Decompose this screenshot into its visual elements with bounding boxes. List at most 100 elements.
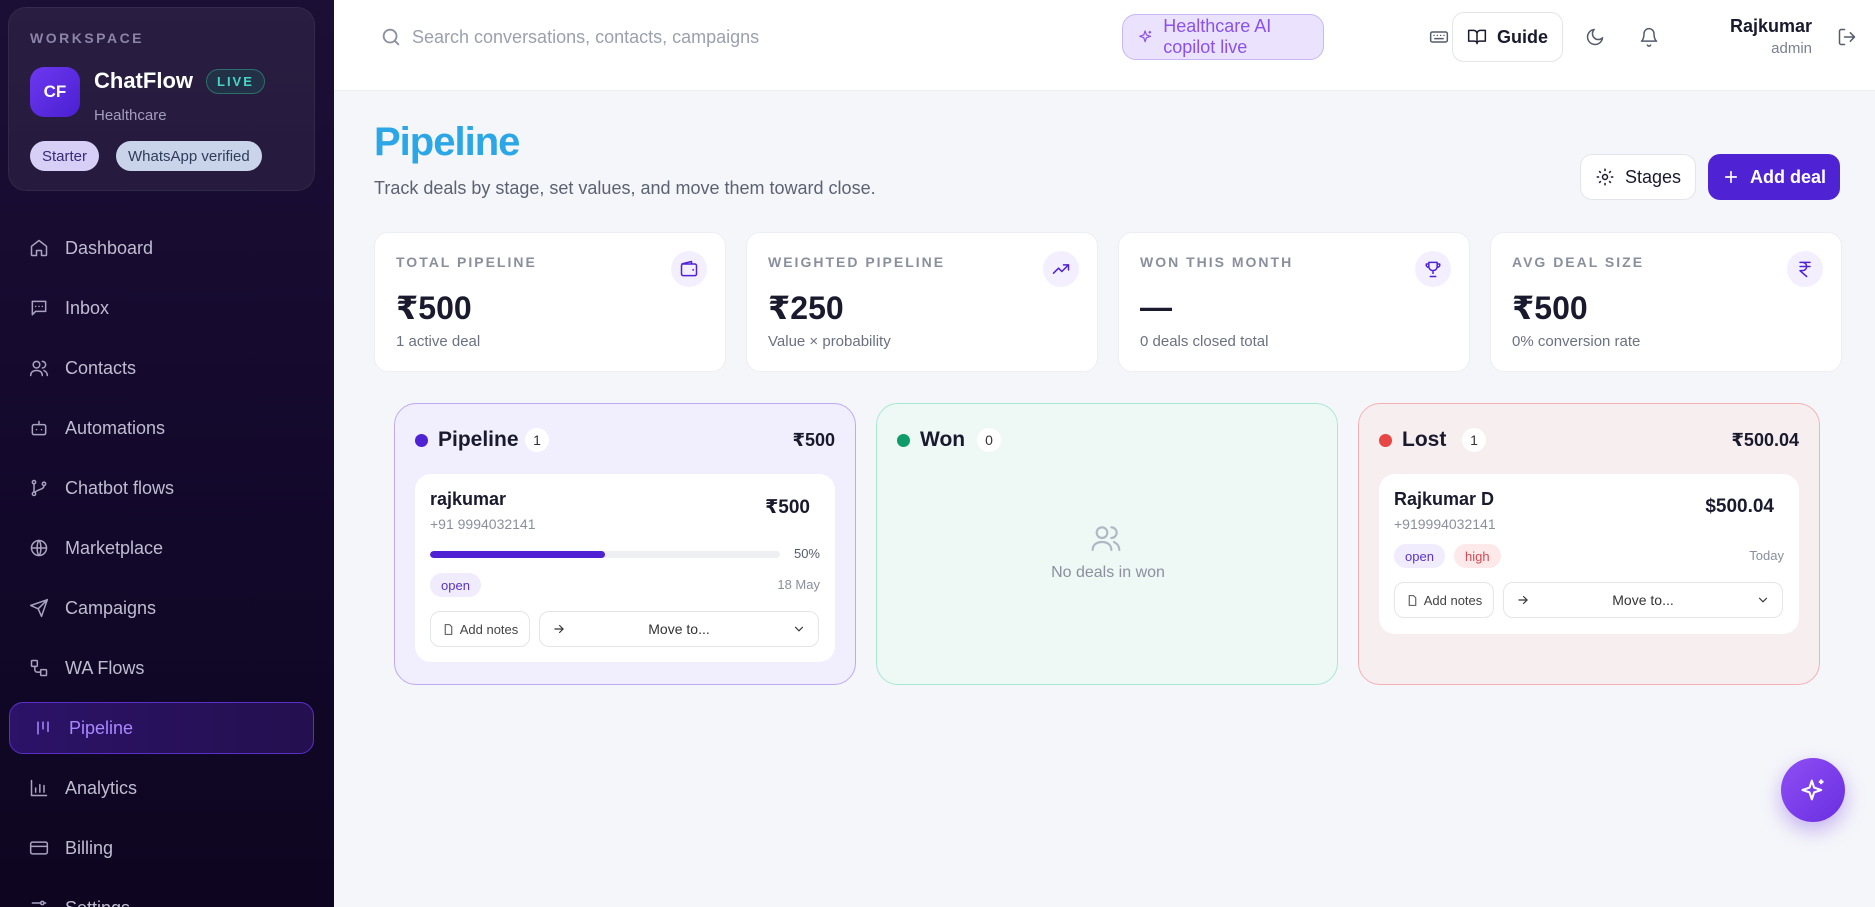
sidebar-item-settings[interactable]: Settings xyxy=(0,882,334,907)
ai-assistant-button[interactable] xyxy=(1781,758,1845,822)
column-count-badge: 1 xyxy=(525,428,549,452)
sidebar-item-pipeline[interactable]: Pipeline xyxy=(9,702,314,754)
move-to-label: Move to... xyxy=(1612,592,1674,608)
probability-bar xyxy=(430,551,780,558)
file-icon xyxy=(1408,594,1417,606)
message-icon xyxy=(31,300,47,316)
add-notes-button[interactable]: Add notes xyxy=(1394,582,1494,618)
deal-card[interactable]: Rajkumar D +919994032141 $500.04 open hi… xyxy=(1379,474,1799,634)
notifications-button[interactable] xyxy=(1632,20,1666,54)
empty-state-text: No deals in won xyxy=(1051,564,1165,581)
sidebar-item-contacts[interactable]: Contacts xyxy=(0,342,334,394)
column-pipeline: Pipeline 1 ₹500 rajkumar +91 9994032141 … xyxy=(394,403,856,685)
sidebar-item-campaigns[interactable]: Campaigns xyxy=(0,582,334,634)
sidebar-item-label: WA Flows xyxy=(65,657,145,678)
workflow-icon xyxy=(30,659,48,677)
move-to-select[interactable]: Move to... xyxy=(539,611,819,647)
file-icon xyxy=(444,623,453,635)
sidebar: WORKSPACE CF ChatFlow LIVE Healthcare St… xyxy=(0,0,334,907)
moon-icon xyxy=(1586,28,1604,46)
sidebar-item-chatbot-flows[interactable]: Chatbot flows xyxy=(0,462,334,514)
stat-label: WEIGHTED PIPELINE xyxy=(768,254,946,270)
deal-date: Today xyxy=(1749,548,1784,563)
sidebar-item-label: Campaigns xyxy=(65,597,157,618)
keyboard-icon xyxy=(1429,31,1449,43)
sidebar-item-label: Automations xyxy=(65,417,166,438)
keyboard-shortcuts-button[interactable] xyxy=(1422,20,1456,54)
column-count-badge: 1 xyxy=(1462,428,1486,452)
log-out-icon xyxy=(1838,28,1856,46)
add-notes-button[interactable]: Add notes xyxy=(430,611,530,647)
sidebar-item-billing[interactable]: Billing xyxy=(0,822,334,874)
sidebar-item-inbox[interactable]: Inbox xyxy=(0,282,334,334)
trending-up-icon xyxy=(1043,251,1079,287)
guide-button[interactable]: Guide xyxy=(1452,12,1563,62)
theme-toggle-button[interactable] xyxy=(1578,20,1612,54)
arrow-right-icon xyxy=(1518,595,1528,605)
sidebar-item-marketplace[interactable]: Marketplace xyxy=(0,522,334,574)
home-icon xyxy=(30,239,48,257)
sidebar-item-label: Pipeline xyxy=(69,717,134,738)
stat-label: TOTAL PIPELINE xyxy=(396,254,537,270)
sidebar-item-label: Dashboard xyxy=(65,237,154,258)
deal-name: rajkumar xyxy=(430,489,507,509)
stat-card-won-this-month: WON THIS MONTH — 0 deals closed total xyxy=(1118,232,1470,372)
column-title: Won xyxy=(920,428,966,451)
probability-label: 50% xyxy=(793,546,820,561)
search-input[interactable] xyxy=(412,22,912,52)
add-notes-label: Add notes xyxy=(1423,592,1483,608)
topbar: Healthcare AI copilot live Guide Rajkuma… xyxy=(334,0,1875,91)
sparkles-icon xyxy=(1139,30,1152,43)
credit-card-icon xyxy=(29,841,49,855)
column-total: ₹500 xyxy=(792,430,835,450)
move-to-label: Move to... xyxy=(648,621,710,637)
sidebar-item-automations[interactable]: Automations xyxy=(0,402,334,454)
add-deal-button[interactable]: Add deal xyxy=(1708,154,1840,200)
stat-subtext: Value × probability xyxy=(768,333,891,350)
deal-card[interactable]: rajkumar +91 9994032141 ₹500 50% open 18… xyxy=(415,474,835,662)
deal-amount: ₹500 xyxy=(765,497,810,518)
probability-bar-fill xyxy=(430,551,605,558)
workspace-name: ChatFlow xyxy=(94,68,193,93)
stages-button[interactable]: Stages xyxy=(1580,154,1696,200)
stat-card-total-pipeline: TOTAL PIPELINE ₹500 1 active deal xyxy=(374,232,726,372)
workspace-card[interactable]: WORKSPACE CF ChatFlow LIVE Healthcare St… xyxy=(8,7,315,191)
bot-icon xyxy=(31,420,47,436)
arrow-right-icon xyxy=(554,624,564,634)
deal-date: 18 May xyxy=(777,577,820,592)
users-icon xyxy=(1091,526,1121,552)
column-total: ₹500.04 xyxy=(1731,430,1799,450)
add-notes-label: Add notes xyxy=(459,621,519,637)
guide-label: Guide xyxy=(1496,26,1548,47)
chevron-down-icon xyxy=(794,626,804,632)
stat-value: — xyxy=(1140,289,1172,325)
copilot-label: Healthcare AI copilot live xyxy=(1163,16,1272,57)
deal-phone: +919994032141 xyxy=(1394,516,1496,532)
gear-icon xyxy=(1596,168,1614,186)
stat-value: ₹500 xyxy=(1512,290,1588,326)
sidebar-item-label: Analytics xyxy=(65,777,138,798)
stat-card-weighted-pipeline: WEIGHTED PIPELINE ₹250 Value × probabili… xyxy=(746,232,1098,372)
logout-button[interactable] xyxy=(1830,20,1864,54)
column-color-dot xyxy=(897,434,910,447)
live-badge: LIVE xyxy=(206,69,265,94)
sidebar-item-label: Marketplace xyxy=(65,537,164,558)
workspace-label: WORKSPACE xyxy=(30,30,145,46)
add-deal-label: Add deal xyxy=(1749,166,1826,187)
sidebar-item-wa-flows[interactable]: WA Flows xyxy=(0,642,334,694)
deal-phone: +91 9994032141 xyxy=(430,516,536,532)
settings-icon xyxy=(31,900,47,906)
sidebar-item-analytics[interactable]: Analytics xyxy=(0,762,334,814)
column-count-badge: 0 xyxy=(977,428,1001,452)
sidebar-item-dashboard[interactable]: Dashboard xyxy=(0,222,334,274)
bell-icon xyxy=(1640,27,1658,47)
copilot-status-pill[interactable]: Healthcare AI copilot live xyxy=(1122,14,1324,60)
send-icon xyxy=(29,598,49,618)
user-name[interactable]: Rajkumar xyxy=(1698,16,1812,37)
column-title: Pipeline xyxy=(438,428,519,451)
bar-chart-icon xyxy=(30,779,48,797)
move-to-select[interactable]: Move to... xyxy=(1503,582,1783,618)
column-lost: Lost 1 ₹500.04 Rajkumar D +919994032141 … xyxy=(1358,403,1820,685)
rupee-icon xyxy=(1787,251,1823,287)
wallet-icon xyxy=(671,251,707,287)
